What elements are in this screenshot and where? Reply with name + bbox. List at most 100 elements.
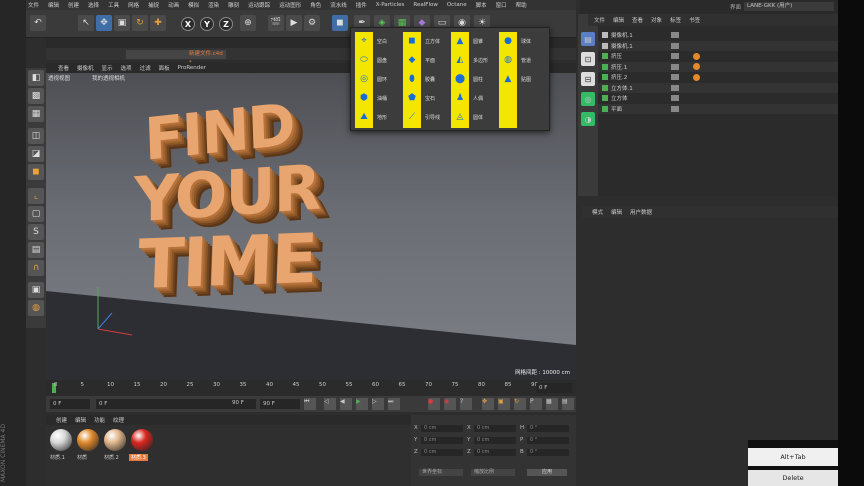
render-view-button[interactable]: 🎬 — [268, 15, 284, 31]
start-frame-field[interactable]: 0 F — [50, 399, 90, 409]
menu-item[interactable]: 选择 — [88, 1, 99, 9]
y-axis-toggle[interactable]: Y — [200, 17, 214, 31]
material-swatch[interactable] — [50, 429, 72, 451]
keyframe-selection-button[interactable]: ? — [460, 398, 472, 410]
popup-item-torus[interactable]: ◎ 圆环 — [357, 70, 387, 88]
play-button[interactable]: ▶ — [356, 398, 368, 410]
coord-system-button[interactable]: ⊕ — [240, 15, 256, 31]
key-rotation-button[interactable]: ↻ — [514, 398, 526, 410]
viewport-menu-item[interactable]: 显示 — [102, 64, 113, 72]
rotate-tool-button[interactable]: ↻ — [132, 15, 148, 31]
takes-tab[interactable]: ◑ — [581, 112, 595, 126]
popup-item-null[interactable]: ⌖ 空白 — [357, 32, 387, 50]
texture-mode-button[interactable]: ▩ — [28, 88, 44, 104]
menu-item[interactable]: Octane — [447, 2, 467, 8]
popup-item-cone[interactable]: ▲ 圆锥 — [453, 32, 483, 50]
make-editable-button[interactable]: ◧ — [28, 70, 44, 86]
menu-item[interactable]: 角色 — [310, 1, 321, 9]
lock-button[interactable]: ▣ — [28, 282, 44, 298]
edges-mode-button[interactable]: ◪ — [28, 146, 44, 162]
coord-scale-select[interactable]: 缩放比例 — [471, 469, 515, 476]
z-axis-toggle[interactable]: Z — [219, 17, 233, 31]
attribute-menu-item[interactable]: 模式 — [592, 208, 603, 216]
coord-rotation-field[interactable]: 0 ° — [527, 425, 569, 432]
object-row[interactable]: 挤压.2 — [598, 72, 838, 82]
workplane-button[interactable]: ▦ — [28, 106, 44, 122]
popup-item-gem[interactable]: ⬟ 宝石 — [405, 89, 435, 107]
coord-position-field[interactable]: 0 cm — [421, 449, 463, 456]
menu-item[interactable]: 窗口 — [496, 1, 507, 9]
menu-item[interactable]: 动画 — [168, 1, 179, 9]
popup-item-pyramid-alt[interactable]: ◬ 圆体 — [453, 108, 483, 126]
scale-tool-button[interactable]: ▣ — [114, 15, 130, 31]
menu-item[interactable]: 脚本 — [476, 1, 487, 9]
step-back-button[interactable]: ◀ — [340, 398, 352, 410]
popup-item-pyramid[interactable]: ▲ 贴图 — [501, 70, 531, 88]
coord-position-field[interactable]: 0 cm — [421, 437, 463, 444]
object-row[interactable]: 挤压.1 — [598, 61, 838, 72]
popup-item-polygon[interactable]: ◭ 多边形 — [453, 51, 488, 69]
object-menu-item[interactable]: 文件 — [594, 16, 605, 24]
material-swatch[interactable] — [131, 429, 153, 451]
menu-item[interactable]: 编辑 — [48, 1, 59, 9]
magnet-button[interactable]: ∩ — [28, 260, 44, 276]
popup-item-guide[interactable]: ⟋ 引导线 — [405, 108, 440, 126]
menu-item[interactable]: 流水线 — [330, 1, 347, 9]
document-tab[interactable]: 新建文件.c4d * — [126, 50, 226, 66]
menu-item[interactable]: 运动图形 — [279, 1, 301, 9]
material-swatch[interactable] — [77, 429, 99, 451]
key-pla-button[interactable]: ▦ — [546, 398, 558, 410]
object-row[interactable]: 立方体 — [598, 93, 838, 103]
popup-item-capsule[interactable]: ⬮ 胶囊 — [405, 70, 435, 88]
end-frame-field[interactable]: 90 F — [260, 399, 300, 409]
object-menu-item[interactable]: 标签 — [670, 16, 681, 24]
popup-item-disc[interactable]: ⬭ 圆盘 — [357, 51, 387, 69]
layers-tab[interactable]: ◎ — [581, 92, 595, 106]
menu-item[interactable]: 工具 — [108, 1, 119, 9]
timeline-ruler[interactable]: 0 5 10 15 20 25 30 35 40 45 50 55 60 65 70 75 80 85 90 — [46, 380, 576, 396]
layout-select[interactable]: LANE-GKK (用户) — [744, 2, 834, 11]
coord-rotation-field[interactable]: 0 ° — [527, 449, 569, 456]
render-picture-button[interactable]: ▶ — [286, 15, 302, 31]
popup-item-plane[interactable]: ◆ 平面 — [405, 51, 435, 69]
attribute-menu-item[interactable]: 用户数据 — [630, 208, 652, 216]
key-param-button[interactable]: P — [530, 398, 542, 410]
material-menu-item[interactable]: 编辑 — [75, 416, 86, 424]
object-row[interactable]: 立方体.1 — [598, 82, 838, 93]
viewport-menu-item[interactable]: 摄像机 — [77, 64, 94, 72]
menu-item[interactable]: RealFlow — [413, 2, 437, 8]
sculpt-button[interactable]: ◍ — [28, 300, 44, 316]
popup-item-oil-tank[interactable]: ⬢ 油桶 — [357, 89, 387, 107]
axis-mode-button[interactable]: ⌞ — [28, 188, 44, 204]
coord-size-field[interactable]: 0 cm — [474, 437, 516, 444]
coord-position-field[interactable]: 0 cm — [421, 425, 463, 432]
polygons-mode-button[interactable]: ◼ — [28, 164, 44, 180]
x-axis-toggle[interactable]: X — [181, 17, 195, 31]
menu-item[interactable]: 文件 — [28, 1, 39, 9]
object-menu-item[interactable]: 编辑 — [613, 16, 624, 24]
coord-rotation-field[interactable]: 0 ° — [527, 437, 569, 444]
viewport-menu-item[interactable]: 过滤 — [140, 64, 151, 72]
menu-item[interactable]: 渲染 — [208, 1, 219, 9]
menu-item[interactable]: 运动跟踪 — [248, 1, 270, 9]
timeline-button[interactable]: ▤ — [562, 398, 574, 410]
material-menu-item[interactable]: 纹理 — [113, 416, 124, 424]
move-tool-button[interactable]: ✥ — [96, 15, 112, 31]
quantize-button[interactable]: ▤ — [28, 242, 44, 258]
material-menu-item[interactable]: 功能 — [94, 416, 105, 424]
coord-apply-button[interactable]: 应用 — [527, 469, 567, 476]
popup-item-landscape[interactable]: ⛰ 地形 — [357, 108, 387, 126]
popup-item-tube[interactable]: ◍ 管道 — [501, 51, 531, 69]
menu-item[interactable]: 插件 — [356, 1, 367, 9]
render-settings-button[interactable]: ⚙ — [304, 15, 320, 31]
material-swatch[interactable] — [104, 429, 126, 451]
object-row[interactable]: 摄像机.1 — [598, 30, 838, 40]
object-row[interactable]: 挤压 — [598, 51, 838, 61]
record-button[interactable]: ● — [428, 398, 440, 410]
menu-item[interactable]: 创建 — [68, 1, 79, 9]
content-browser-tab[interactable]: ⊡ — [581, 52, 595, 66]
attribute-menu-item[interactable]: 编辑 — [611, 208, 622, 216]
points-mode-button[interactable]: ◫ — [28, 128, 44, 144]
viewport-menu-item[interactable]: 面板 — [159, 64, 170, 72]
popup-item-sphere[interactable]: ● 球体 — [501, 32, 531, 50]
